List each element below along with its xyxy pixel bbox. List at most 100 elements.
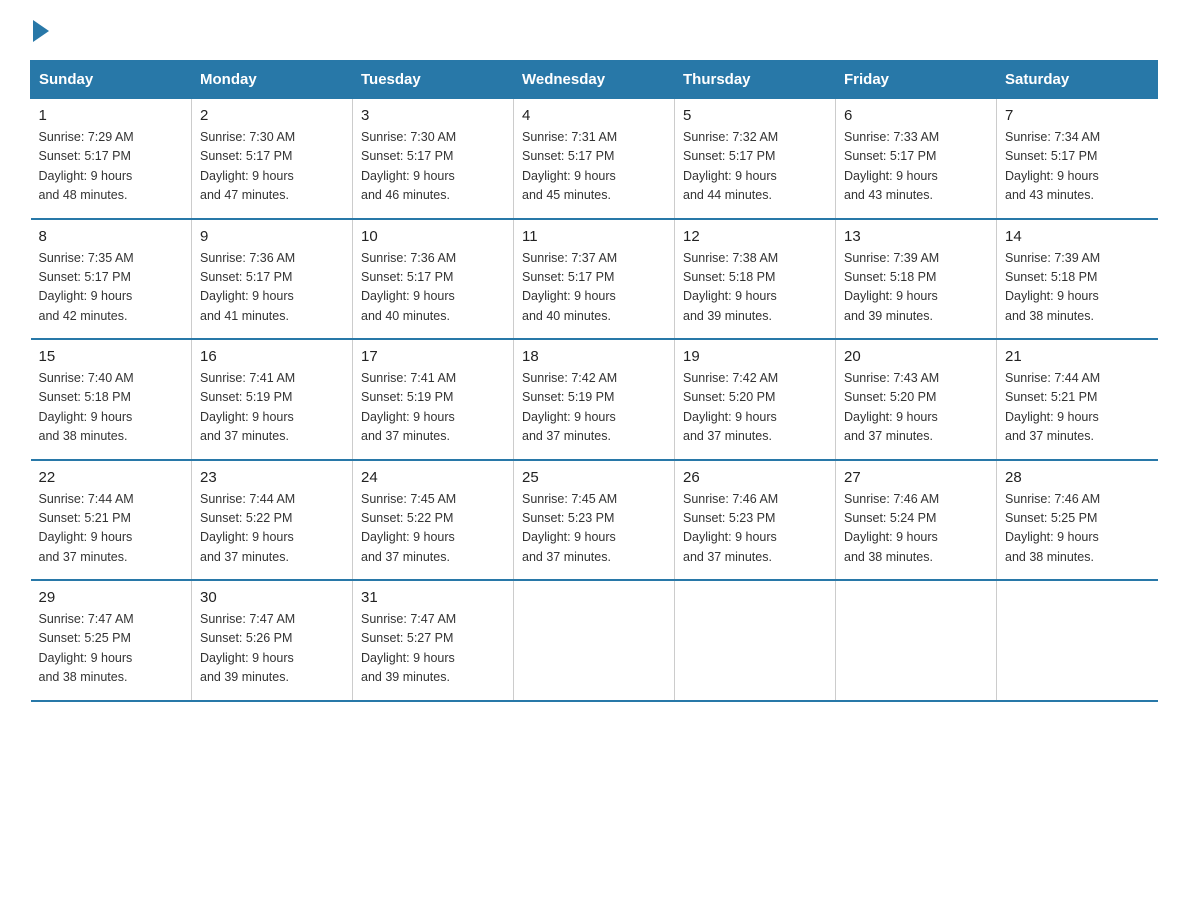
calendar-cell: 7Sunrise: 7:34 AMSunset: 5:17 PMDaylight… — [997, 99, 1158, 219]
day-info: Sunrise: 7:39 AMSunset: 5:18 PMDaylight:… — [1005, 249, 1150, 327]
calendar-cell: 15Sunrise: 7:40 AMSunset: 5:18 PMDayligh… — [31, 339, 192, 460]
day-number: 24 — [361, 469, 505, 486]
day-number: 30 — [200, 589, 344, 606]
day-number: 18 — [522, 348, 666, 365]
calendar-cell: 11Sunrise: 7:37 AMSunset: 5:17 PMDayligh… — [514, 219, 675, 340]
calendar-cell: 6Sunrise: 7:33 AMSunset: 5:17 PMDaylight… — [836, 99, 997, 219]
calendar-cell: 13 Sunrise: 7:39 AMSunset: 5:18 PMDayligh… — [836, 219, 997, 340]
day-info: Sunrise: 7:36 AMSunset: 5:17 PMDaylight:… — [361, 249, 505, 327]
calendar-cell: 10 Sunrise: 7:36 AMSunset: 5:17 PMDayligh… — [353, 219, 514, 340]
col-header-sunday: Sunday — [31, 61, 192, 99]
calendar-cell: 16 Sunrise: 7:41 AMSunset: 5:19 PMDayligh… — [192, 339, 353, 460]
day-info: Sunrise: 7:44 AMSunset: 5:21 PMDaylight:… — [1005, 369, 1150, 447]
day-info: Sunrise: 7:35 AMSunset: 5:17 PMDaylight:… — [39, 249, 184, 327]
day-info: Sunrise: 7:40 AMSunset: 5:18 PMDaylight:… — [39, 369, 184, 447]
calendar-week-row: 29 Sunrise: 7:47 AMSunset: 5:25 PMDayligh… — [31, 580, 1158, 701]
calendar-cell: 17 Sunrise: 7:41 AMSunset: 5:19 PMDayligh… — [353, 339, 514, 460]
day-number: 3 — [361, 107, 505, 124]
day-info: Sunrise: 7:39 AMSunset: 5:18 PMDaylight:… — [844, 249, 988, 327]
calendar-cell: 24 Sunrise: 7:45 AMSunset: 5:22 PMDayligh… — [353, 460, 514, 581]
day-info: Sunrise: 7:31 AMSunset: 5:17 PMDaylight:… — [522, 128, 666, 206]
day-info: Sunrise: 7:29 AMSunset: 5:17 PMDaylight:… — [39, 128, 184, 206]
day-number: 2 — [200, 107, 344, 124]
day-info: Sunrise: 7:42 AMSunset: 5:19 PMDaylight:… — [522, 369, 666, 447]
calendar-cell: 1Sunrise: 7:29 AMSunset: 5:17 PMDaylight… — [31, 99, 192, 219]
day-info: Sunrise: 7:41 AMSunset: 5:19 PMDaylight:… — [361, 369, 505, 447]
calendar-cell — [836, 580, 997, 701]
day-number: 14 — [1005, 228, 1150, 245]
day-info: Sunrise: 7:34 AMSunset: 5:17 PMDaylight:… — [1005, 128, 1150, 206]
calendar-cell: 3 Sunrise: 7:30 AMSunset: 5:17 PMDaylight… — [353, 99, 514, 219]
day-info: Sunrise: 7:47 AMSunset: 5:27 PMDaylight:… — [361, 610, 505, 688]
day-number: 20 — [844, 348, 988, 365]
day-info: Sunrise: 7:38 AMSunset: 5:18 PMDaylight:… — [683, 249, 827, 327]
day-info: Sunrise: 7:44 AMSunset: 5:22 PMDaylight:… — [200, 490, 344, 568]
calendar-cell: 31 Sunrise: 7:47 AMSunset: 5:27 PMDayligh… — [353, 580, 514, 701]
calendar-cell: 9 Sunrise: 7:36 AMSunset: 5:17 PMDaylight… — [192, 219, 353, 340]
page-header — [30, 20, 1158, 42]
day-number: 17 — [361, 348, 505, 365]
day-number: 5 — [683, 107, 827, 124]
day-info: Sunrise: 7:46 AMSunset: 5:24 PMDaylight:… — [844, 490, 988, 568]
day-info: Sunrise: 7:47 AMSunset: 5:26 PMDaylight:… — [200, 610, 344, 688]
col-header-wednesday: Wednesday — [514, 61, 675, 99]
col-header-monday: Monday — [192, 61, 353, 99]
day-number: 8 — [39, 228, 184, 245]
calendar-cell: 23 Sunrise: 7:44 AMSunset: 5:22 PMDayligh… — [192, 460, 353, 581]
day-info: Sunrise: 7:44 AMSunset: 5:21 PMDaylight:… — [39, 490, 184, 568]
day-info: Sunrise: 7:33 AMSunset: 5:17 PMDaylight:… — [844, 128, 988, 206]
calendar-week-row: 15Sunrise: 7:40 AMSunset: 5:18 PMDayligh… — [31, 339, 1158, 460]
calendar-cell: 8 Sunrise: 7:35 AMSunset: 5:17 PMDaylight… — [31, 219, 192, 340]
calendar-week-row: 22 Sunrise: 7:44 AMSunset: 5:21 PMDayligh… — [31, 460, 1158, 581]
day-number: 29 — [39, 589, 184, 606]
day-info: Sunrise: 7:45 AMSunset: 5:22 PMDaylight:… — [361, 490, 505, 568]
day-info: Sunrise: 7:41 AMSunset: 5:19 PMDaylight:… — [200, 369, 344, 447]
calendar-table: SundayMondayTuesdayWednesdayThursdayFrid… — [30, 60, 1158, 702]
day-number: 23 — [200, 469, 344, 486]
calendar-cell: 30 Sunrise: 7:47 AMSunset: 5:26 PMDayligh… — [192, 580, 353, 701]
calendar-cell: 25 Sunrise: 7:45 AMSunset: 5:23 PMDayligh… — [514, 460, 675, 581]
calendar-cell: 28Sunrise: 7:46 AMSunset: 5:25 PMDayligh… — [997, 460, 1158, 581]
calendar-cell: 4 Sunrise: 7:31 AMSunset: 5:17 PMDaylight… — [514, 99, 675, 219]
day-number: 31 — [361, 589, 505, 606]
col-header-friday: Friday — [836, 61, 997, 99]
day-number: 26 — [683, 469, 827, 486]
calendar-header-row: SundayMondayTuesdayWednesdayThursdayFrid… — [31, 61, 1158, 99]
day-info: Sunrise: 7:43 AMSunset: 5:20 PMDaylight:… — [844, 369, 988, 447]
day-info: Sunrise: 7:46 AMSunset: 5:23 PMDaylight:… — [683, 490, 827, 568]
col-header-thursday: Thursday — [675, 61, 836, 99]
day-number: 25 — [522, 469, 666, 486]
calendar-cell: 22 Sunrise: 7:44 AMSunset: 5:21 PMDayligh… — [31, 460, 192, 581]
day-number: 22 — [39, 469, 184, 486]
calendar-cell: 27 Sunrise: 7:46 AMSunset: 5:24 PMDayligh… — [836, 460, 997, 581]
day-number: 10 — [361, 228, 505, 245]
day-info: Sunrise: 7:42 AMSunset: 5:20 PMDaylight:… — [683, 369, 827, 447]
day-number: 12 — [683, 228, 827, 245]
day-number: 9 — [200, 228, 344, 245]
calendar-cell: 18 Sunrise: 7:42 AMSunset: 5:19 PMDayligh… — [514, 339, 675, 460]
day-info: Sunrise: 7:30 AMSunset: 5:17 PMDaylight:… — [200, 128, 344, 206]
calendar-week-row: 1Sunrise: 7:29 AMSunset: 5:17 PMDaylight… — [31, 99, 1158, 219]
calendar-cell: 5 Sunrise: 7:32 AMSunset: 5:17 PMDaylight… — [675, 99, 836, 219]
day-number: 13 — [844, 228, 988, 245]
day-number: 27 — [844, 469, 988, 486]
logo-arrow-icon — [33, 20, 49, 42]
day-info: Sunrise: 7:32 AMSunset: 5:17 PMDaylight:… — [683, 128, 827, 206]
day-number: 16 — [200, 348, 344, 365]
calendar-cell: 2 Sunrise: 7:30 AMSunset: 5:17 PMDaylight… — [192, 99, 353, 219]
calendar-cell — [997, 580, 1158, 701]
day-info: Sunrise: 7:45 AMSunset: 5:23 PMDaylight:… — [522, 490, 666, 568]
calendar-cell: 12 Sunrise: 7:38 AMSunset: 5:18 PMDayligh… — [675, 219, 836, 340]
day-info: Sunrise: 7:46 AMSunset: 5:25 PMDaylight:… — [1005, 490, 1150, 568]
day-info: Sunrise: 7:47 AMSunset: 5:25 PMDaylight:… — [39, 610, 184, 688]
day-number: 21 — [1005, 348, 1150, 365]
day-info: Sunrise: 7:36 AMSunset: 5:17 PMDaylight:… — [200, 249, 344, 327]
day-info: Sunrise: 7:37 AMSunset: 5:17 PMDaylight:… — [522, 249, 666, 327]
logo — [30, 20, 49, 42]
day-number: 4 — [522, 107, 666, 124]
calendar-cell: 19Sunrise: 7:42 AMSunset: 5:20 PMDayligh… — [675, 339, 836, 460]
calendar-cell: 14 Sunrise: 7:39 AMSunset: 5:18 PMDayligh… — [997, 219, 1158, 340]
calendar-cell: 26 Sunrise: 7:46 AMSunset: 5:23 PMDayligh… — [675, 460, 836, 581]
calendar-cell: 21 Sunrise: 7:44 AMSunset: 5:21 PMDayligh… — [997, 339, 1158, 460]
day-info: Sunrise: 7:30 AMSunset: 5:17 PMDaylight:… — [361, 128, 505, 206]
